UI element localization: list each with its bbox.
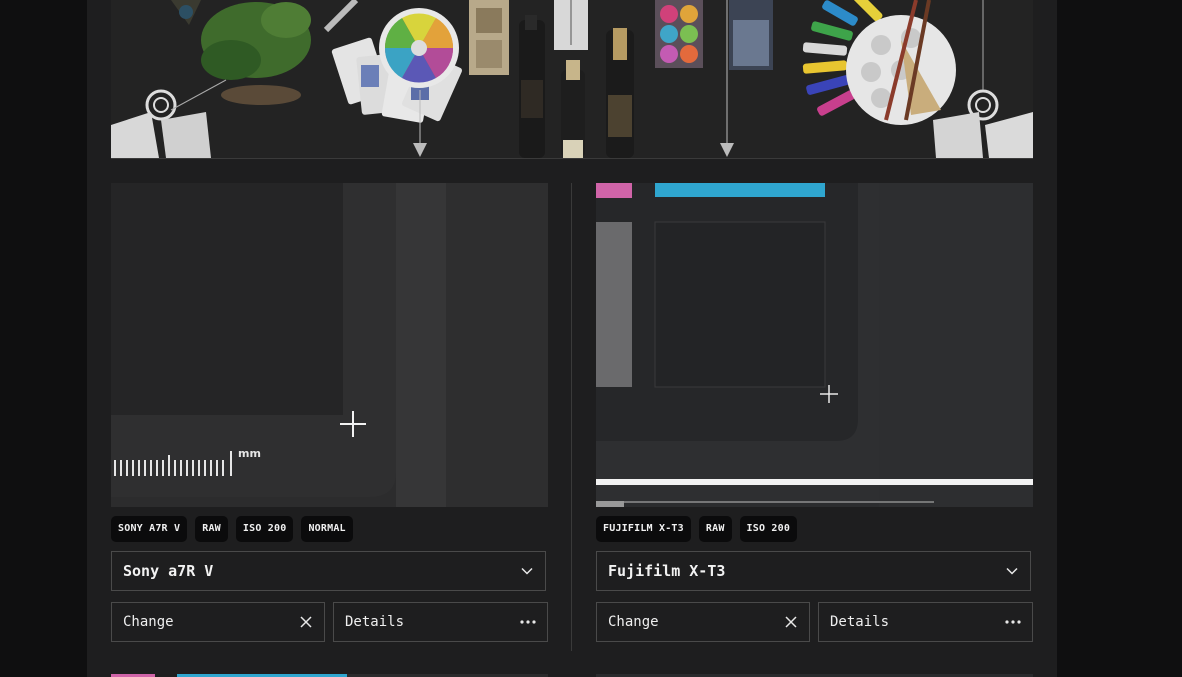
format-tag: RAW [698,516,732,542]
mode-tag: NORMAL [301,516,353,542]
color-wheel [379,8,459,88]
left-change-button[interactable]: Change [111,602,325,642]
iso-tag: ISO 200 [235,516,294,542]
right-details-label: Details [830,614,890,630]
right-crop-image [596,183,1033,507]
right-change-button[interactable]: Change [596,602,810,642]
column-divider [571,183,572,651]
left-camera-select-value: Sony a7R V [123,562,214,580]
right-change-label: Change [608,614,659,630]
more-horizontal-icon [520,619,536,625]
chevron-down-icon [520,564,534,578]
cyan-patch [655,183,825,197]
white-stripe [596,479,1033,485]
scene-illustration [111,0,1033,158]
camera-tag: SONY A7R V [111,516,188,542]
reference-scene-image [111,0,1033,159]
right-camera-select-value: Fujifilm X-T3 [608,562,726,580]
right-crop-illustration [596,183,1033,507]
left-details-label: Details [345,614,405,630]
left-change-label: Change [123,614,174,630]
left-tag-row: SONY A7R V RAW ISO 200 NORMAL [111,516,353,542]
right-camera-select[interactable]: Fujifilm X-T3 [596,551,1031,591]
right-details-button[interactable]: Details [818,602,1033,642]
left-crop-image: mm [111,183,548,507]
magenta-patch [596,183,632,198]
right-tag-row: FUJIFILM X-T3 RAW ISO 200 [596,516,798,542]
left-crop-illustration: mm [111,183,548,507]
close-icon[interactable] [299,615,313,629]
format-tag: RAW [195,516,228,542]
scale-unit-label: mm [238,447,261,460]
more-horizontal-icon [1005,619,1021,625]
left-camera-select[interactable]: Sony a7R V [111,551,546,591]
close-icon[interactable] [784,615,798,629]
chevron-down-icon [1005,564,1019,578]
iso-tag: ISO 200 [739,516,798,542]
left-details-button[interactable]: Details [333,602,548,642]
camera-tag: FUJIFILM X-T3 [596,516,691,542]
